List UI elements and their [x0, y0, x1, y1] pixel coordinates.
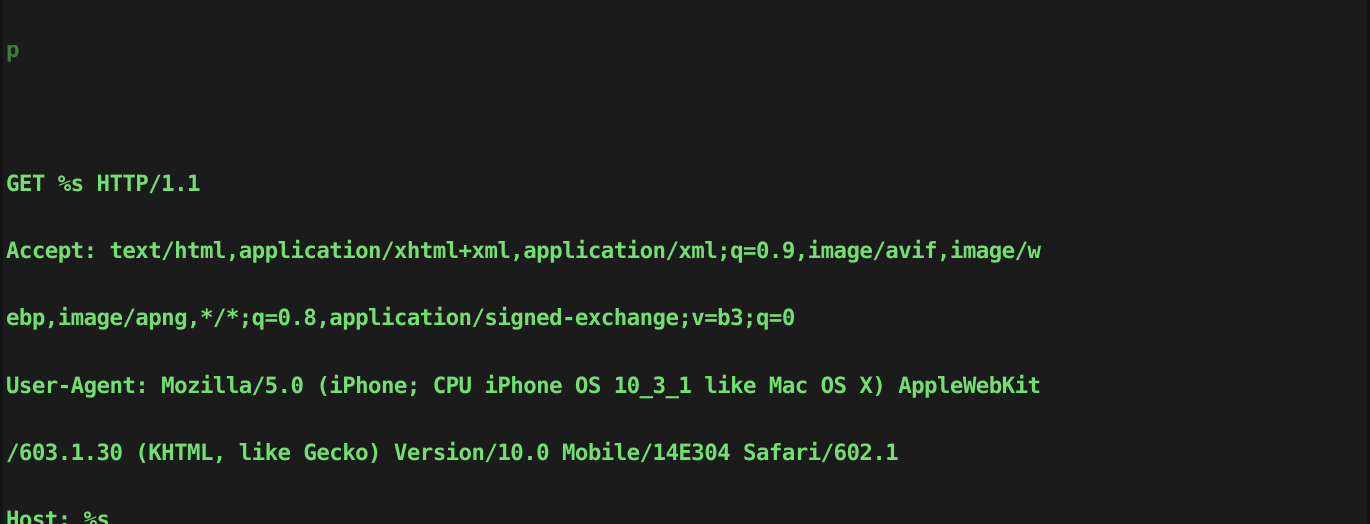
terminal-line-user-agent-header-2[interactable]: /603.1.30 (KHTML, like Gecko) Version/10… — [6, 437, 1367, 471]
terminal-line-accept-header-1[interactable]: Accept: text/html,application/xhtml+xml,… — [6, 235, 1367, 269]
terminal-line-user-agent-header-1[interactable]: User-Agent: Mozilla/5.0 (iPhone; CPU iPh… — [6, 370, 1367, 404]
terminal-output[interactable]: p GET %s HTTP/1.1 Accept: text/html,appl… — [3, 0, 1367, 524]
terminal-line-request-line[interactable]: GET %s HTTP/1.1 — [6, 168, 1367, 202]
terminal-line-host-header[interactable]: Host: %s — [6, 504, 1367, 524]
terminal-window[interactable]: p GET %s HTTP/1.1 Accept: text/html,appl… — [0, 0, 1370, 524]
clipped-previous-line: p — [6, 45, 19, 64]
terminal-line-accept-header-2[interactable]: ebp,image/apng,*/*;q=0.8,application/sig… — [6, 302, 1367, 336]
